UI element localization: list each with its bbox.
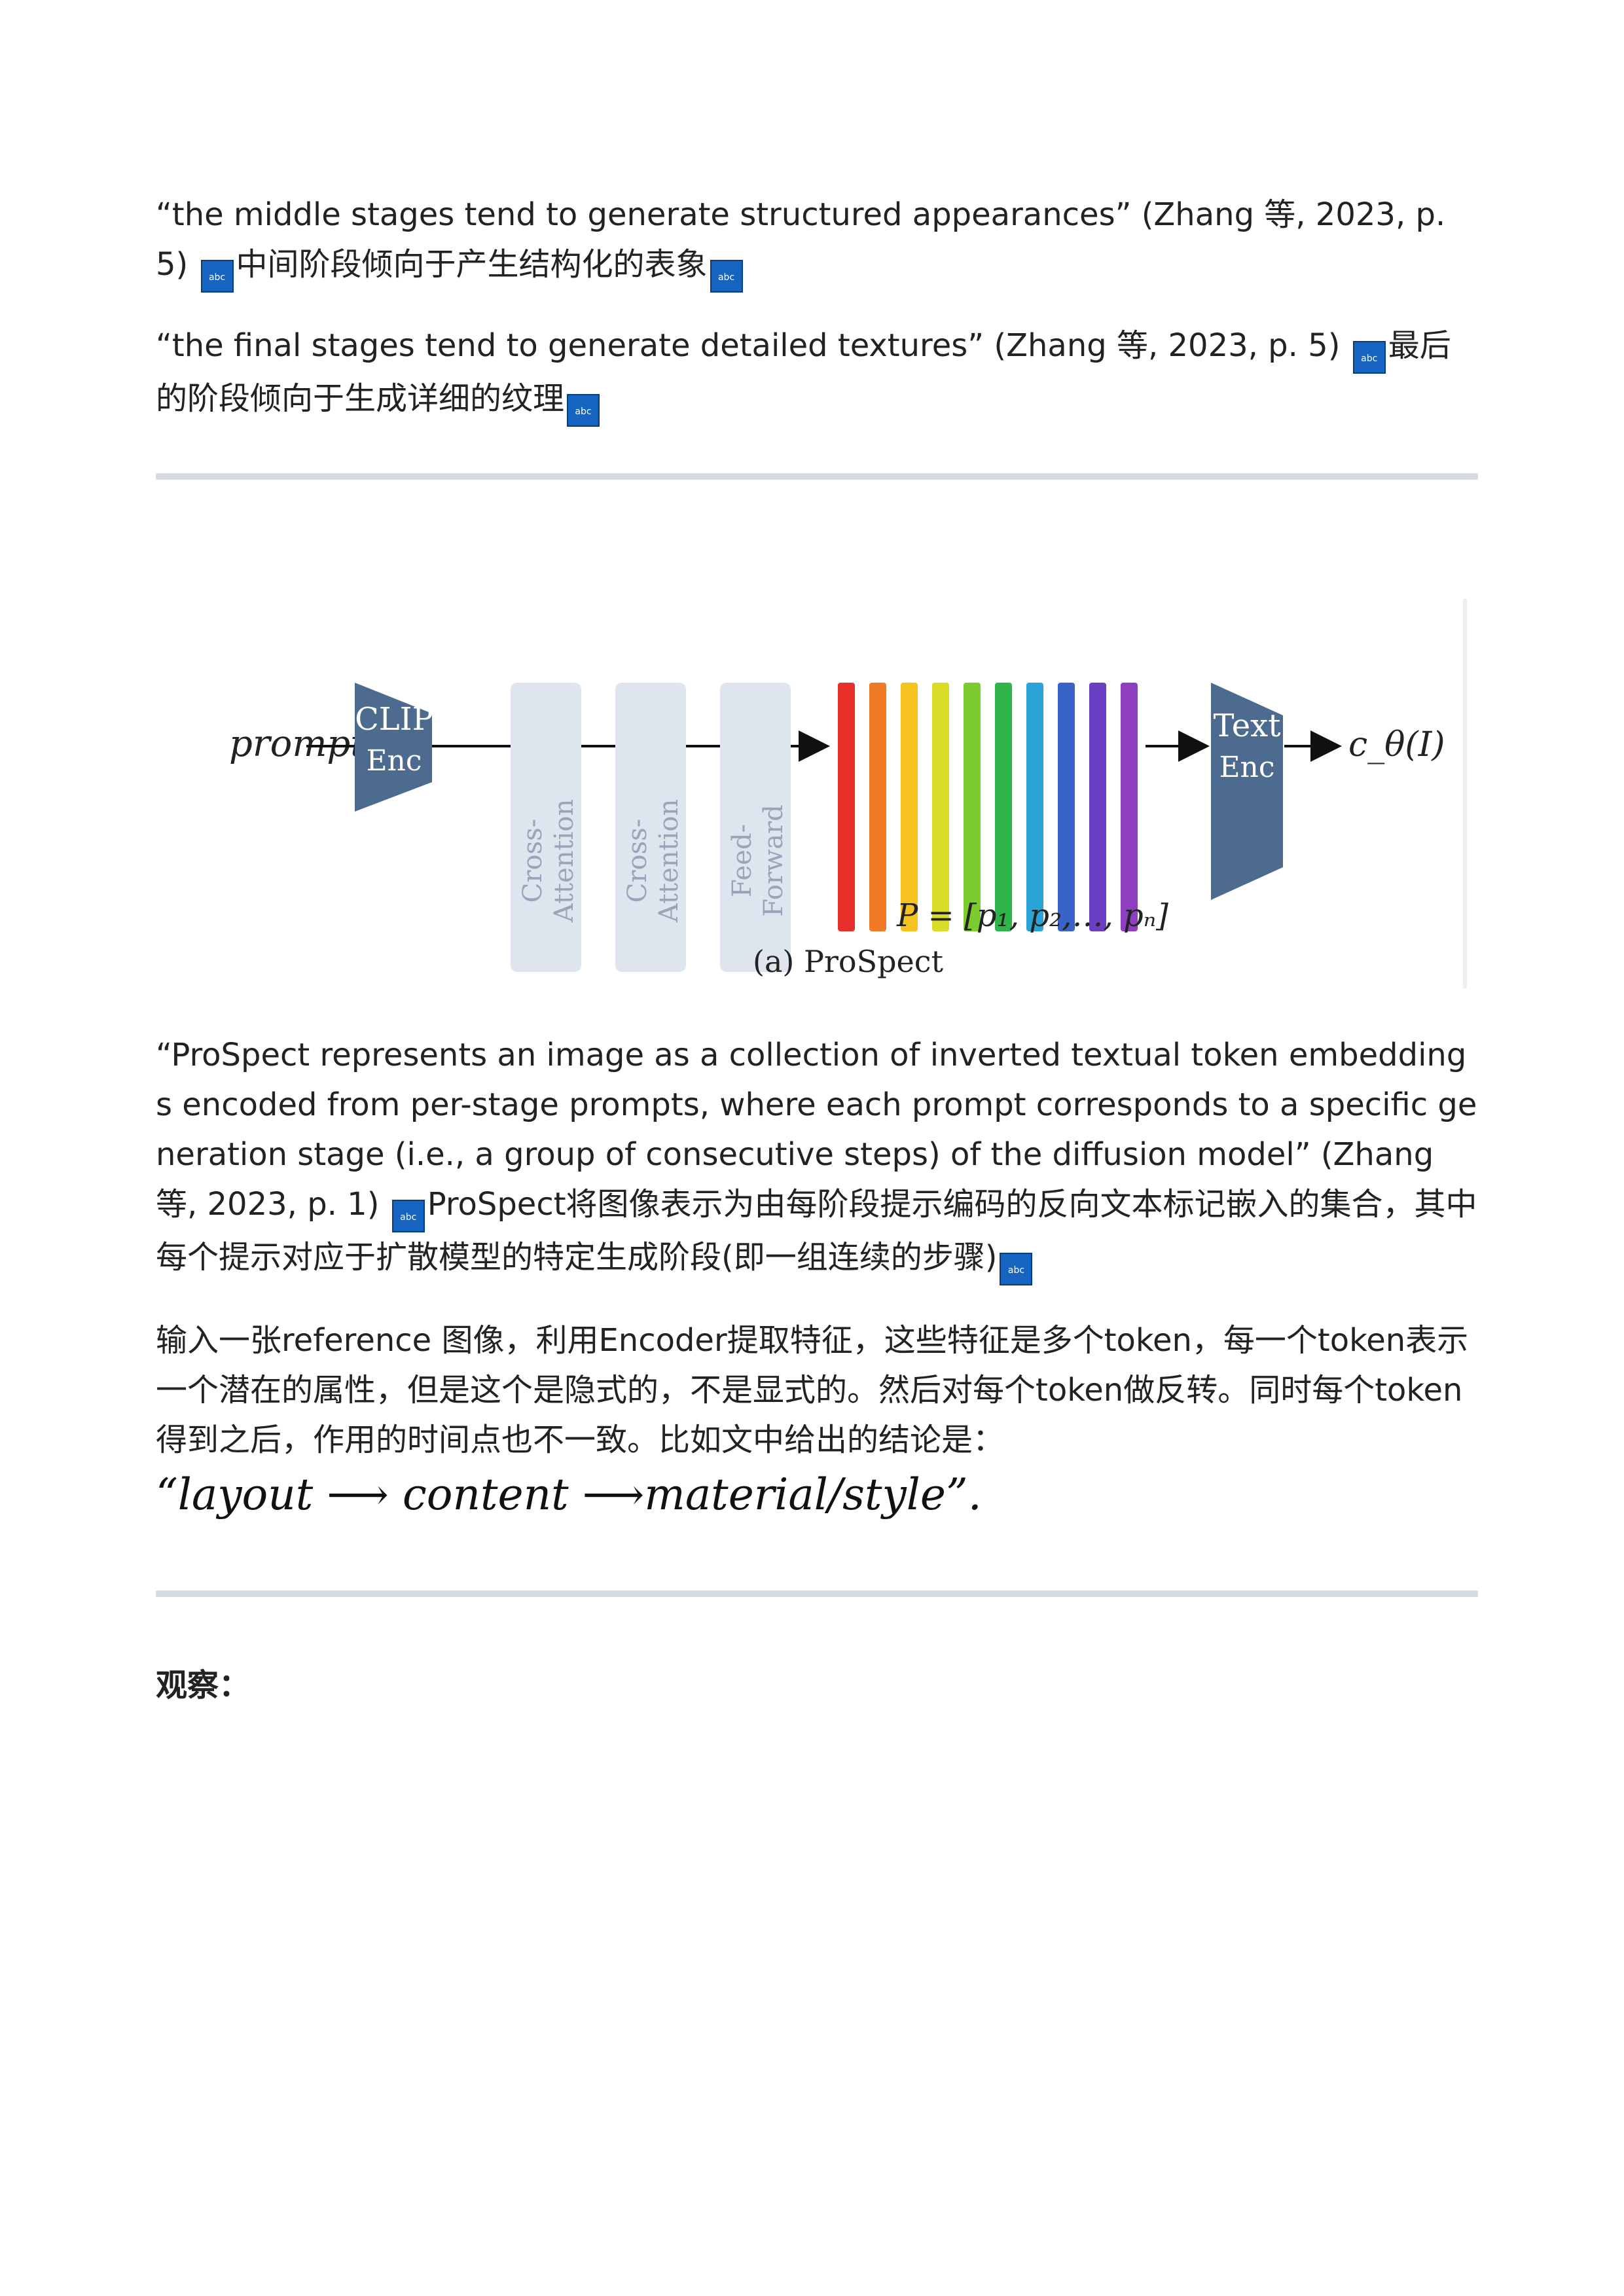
clip-enc-label-2: Enc (366, 744, 422, 778)
token-bar (964, 683, 981, 931)
quote-prospect: “ProSpect represents an image as a colle… (156, 1030, 1478, 1285)
token-bar (901, 683, 918, 931)
prompt-label: prompt (229, 723, 365, 765)
quote-middle-stages: “the middle stages tend to generate stru… (156, 190, 1478, 293)
section-heading: 观察： (156, 1667, 251, 1704)
translate-icon[interactable]: abc (710, 260, 743, 293)
translate-icon[interactable]: abc (200, 260, 234, 293)
translate-icon[interactable]: abc (1352, 341, 1386, 374)
token-bar (869, 683, 886, 931)
cross-attention-block-2: Cross-Attention (615, 683, 686, 972)
p-formula: P = [p₁, p₂,…, pₙ] (896, 897, 1168, 934)
translate-icon[interactable]: abc (1000, 1253, 1033, 1285)
token-bar (1089, 683, 1106, 931)
stage-order-formula: “layout ⟶ content ⟶material/style”. (156, 1469, 982, 1520)
divider (156, 1590, 1478, 1597)
token-bar (1121, 683, 1138, 931)
token-bar (838, 683, 855, 931)
token-bar (995, 683, 1012, 931)
quote-final-stages: “the final stages tend to generate detai… (156, 321, 1478, 427)
text-enc-label-1: Text (1213, 708, 1280, 744)
token-bar (932, 683, 949, 931)
translate-icon[interactable]: abc (391, 1200, 425, 1232)
output-label: c_θ(I) (1348, 725, 1445, 764)
feed-forward-block: Feed-Forward (720, 683, 791, 972)
token-bar (1058, 683, 1075, 931)
body-paragraph: 输入一张reference 图像，利用Encoder提取特征，这些特征是多个to… (156, 1322, 1469, 1458)
divider (156, 473, 1478, 480)
cross-attention-block-1: Cross-Attention (511, 683, 581, 972)
token-bar (1026, 683, 1043, 931)
clip-enc-label-1: CLIP (355, 701, 433, 738)
quote-final-en: “the final stages tend to generate detai… (156, 327, 1341, 364)
prospect-diagram: prompt CLIP Enc Cross-Attention Cross-At… (164, 599, 1471, 988)
text-enc-label-2: Enc (1219, 751, 1274, 784)
prospect-figure: prompt CLIP Enc Cross-Attention Cross-At… (164, 599, 1471, 988)
translate-icon[interactable]: abc (567, 394, 600, 427)
quote-middle-zh: 中间阶段倾向于产生结构化的表象 (236, 246, 708, 283)
figure-caption: (a) ProSpect (753, 944, 944, 979)
